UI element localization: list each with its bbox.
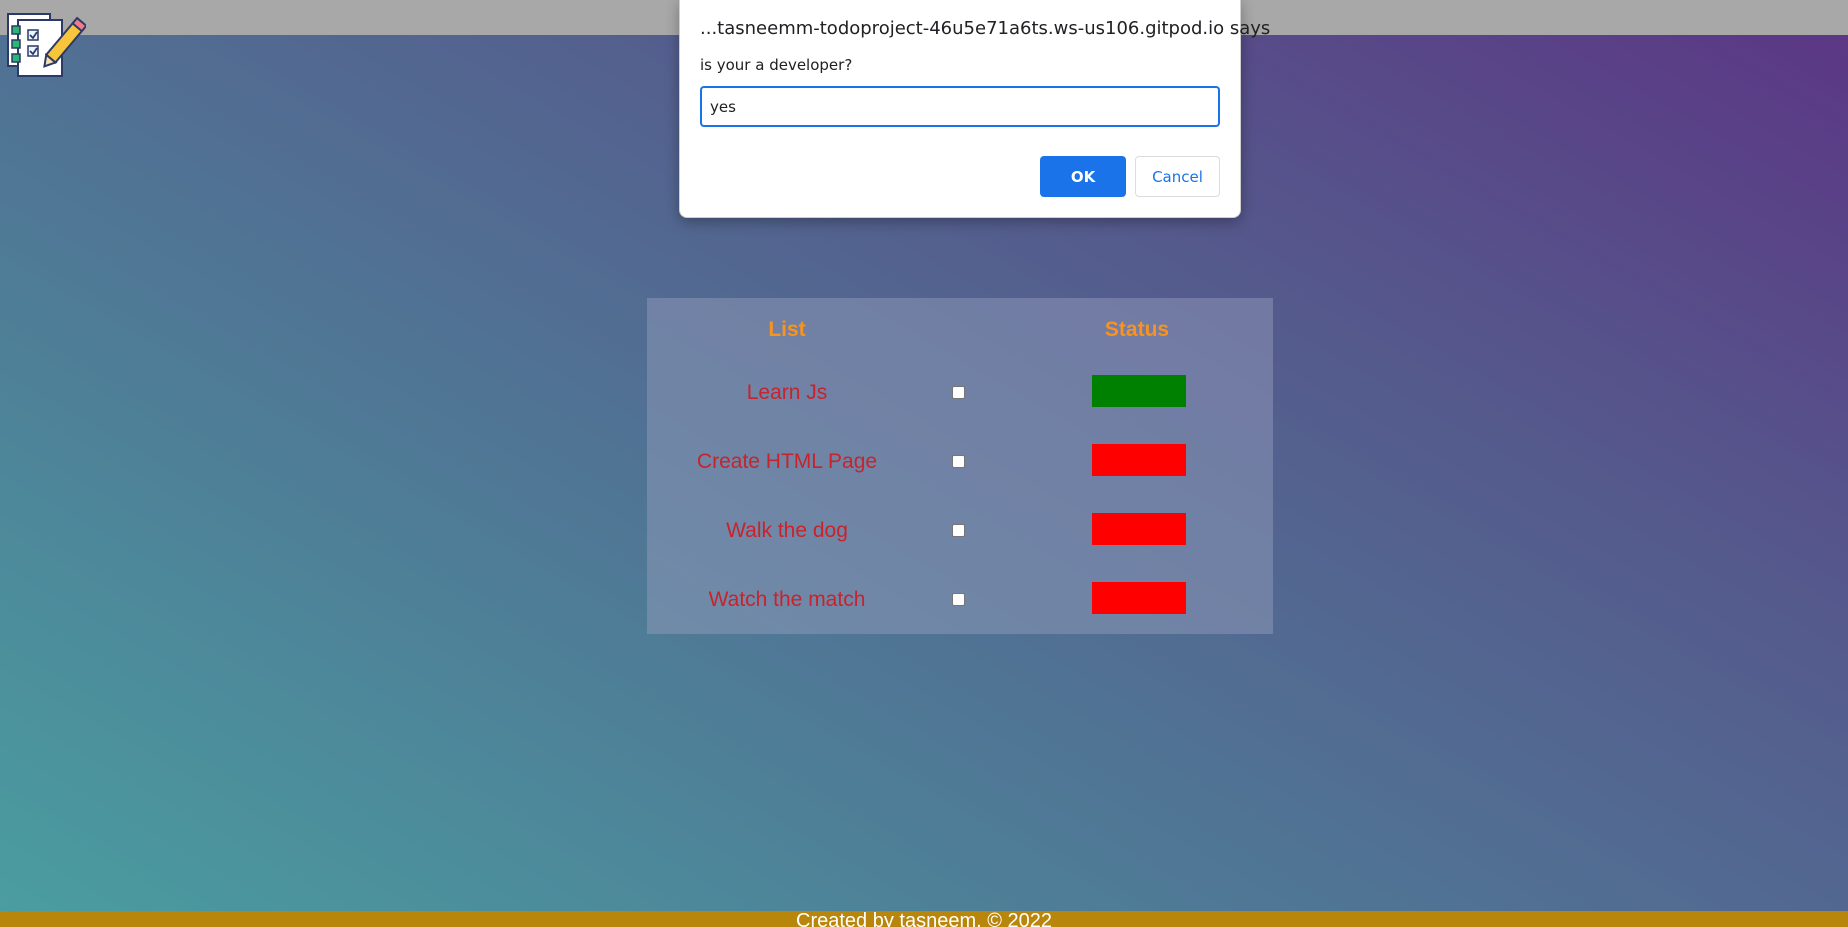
status-indicator — [1092, 513, 1186, 545]
list-column-header: List — [768, 318, 806, 341]
todo-row: Walk the dog — [647, 511, 1273, 551]
checklist-pencil-icon — [6, 10, 88, 80]
task-label: Learn Js — [746, 381, 828, 404]
task-label: Create HTML Page — [696, 450, 878, 473]
status-indicator — [1092, 444, 1186, 476]
task-label: Watch the match — [708, 588, 866, 611]
task-checkbox[interactable] — [952, 455, 965, 468]
status-indicator — [1092, 582, 1186, 614]
footer: Created by tasneem. © 2022 — [0, 911, 1848, 927]
task-label: Walk the dog — [726, 519, 848, 542]
todo-table: List Status Learn Js Create HTML Page Wa… — [647, 298, 1273, 634]
status-indicator — [1092, 375, 1186, 407]
cancel-button[interactable]: Cancel — [1135, 156, 1220, 197]
dialog-title: ...tasneemm-todoproject-46u5e71a6ts.ws-u… — [700, 18, 1271, 39]
prompt-input[interactable] — [700, 86, 1220, 127]
todo-row: Create HTML Page — [647, 442, 1273, 482]
task-checkbox[interactable] — [952, 593, 965, 606]
task-checkbox[interactable] — [952, 524, 965, 537]
footer-text: Created by tasneem. © 2022 — [796, 911, 1052, 927]
prompt-dialog: ...tasneemm-todoproject-46u5e71a6ts.ws-u… — [679, 0, 1270, 218]
ok-button[interactable]: OK — [1040, 156, 1126, 197]
task-checkbox[interactable] — [952, 386, 965, 399]
todo-row: Learn Js — [647, 373, 1273, 413]
status-column-header: Status — [1104, 318, 1170, 341]
todo-row: Watch the match — [647, 580, 1273, 620]
dialog-message: is your a developer? — [700, 56, 853, 74]
